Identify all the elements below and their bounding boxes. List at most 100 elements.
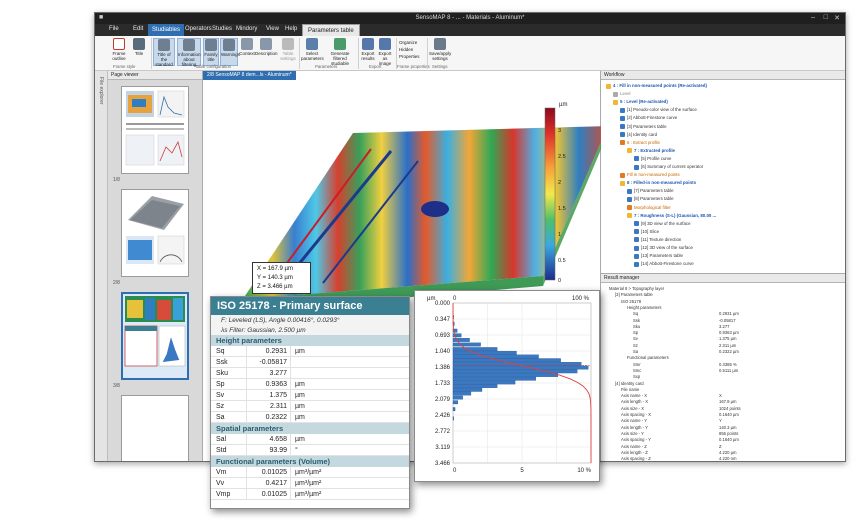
result-item-label[interactable]: [3] Parameters table [615,292,653,297]
result-item-label[interactable]: Axis name - X [621,393,647,398]
title-of-standard-button[interactable]: Title of the standard [153,38,175,67]
color-scale-tick: 1 [558,232,561,238]
page-thumbnail-selected[interactable] [121,292,189,380]
file-explorer-label: File explorer [98,77,104,105]
result-item-label[interactable]: Ssk [633,318,640,323]
workflow-item[interactable]: Fill in non-measured points [627,172,680,177]
result-item-label[interactable]: Axis size - X [621,406,644,411]
workflow-item[interactable]: [14] Abbott-Firestone curve [641,261,694,266]
workflow-item[interactable]: [10] Slice [641,229,659,234]
minimize-icon[interactable]: – [811,14,815,21]
result-item-label[interactable]: Axis length - X [621,399,648,404]
menu-operators[interactable]: Operators [185,26,212,32]
workflow-item[interactable]: 7 : Extracted profile [634,148,675,153]
result-item-label[interactable]: [4] Identity card [615,381,644,386]
workflow-item[interactable]: 5 : Level (Re-activated) [620,99,668,104]
workflow-item[interactable]: [3] Parameters table [627,124,667,129]
frame-outline-button[interactable]: Frame outline [108,38,130,61]
maximize-icon[interactable]: □ [824,14,828,21]
result-item-label[interactable]: Axis name - Y [621,418,647,423]
menu-file[interactable]: File [109,26,119,32]
workflow-item[interactable]: [1] Pseudo-color view of the surface [627,107,697,112]
workflow-item[interactable]: 7 : Roughness (S-L) (Gaussian, 80.00 ... [634,213,716,218]
iso-parameters-table[interactable]: ISO 25178 - Primary surface F: Leveled (… [210,296,410,509]
table-settings-button[interactable]: Table settings [280,38,296,61]
workflow-item[interactable]: [5] Profile curve [641,156,672,161]
family-title-button[interactable]: Family title [203,38,219,66]
properties-button[interactable]: Properties [399,54,420,59]
result-item-label[interactable]: Sxp [633,374,640,379]
ribbon-separator [299,38,300,69]
height-distribution-chart[interactable]: 0.000 0.347 0.693 1.040 1.386 1.733 2.079 2.426… [414,290,600,482]
result-item-label[interactable]: Smc [633,368,641,373]
y-tick-label: 2.772 [435,429,451,435]
context-button[interactable]: Context [239,38,255,56]
page-thumbnail[interactable] [121,395,189,461]
result-item-label[interactable]: Axis spacing - Z [621,456,651,461]
result-item-label[interactable]: Sa [633,349,638,354]
title-button[interactable]: Title [131,38,147,56]
generate-icon [334,38,346,50]
organize-button[interactable]: Organize [399,40,417,45]
result-item-label[interactable]: Axis size - Y [621,431,644,436]
result-item-label[interactable]: Axis length - Z [621,450,648,455]
description-button[interactable]: Description [255,38,278,56]
tab-parameters-table[interactable]: Parameters table [302,24,360,36]
workflow-item[interactable]: 8 : Filled-in non-measured points [627,180,696,185]
result-item-label[interactable]: Axis spacing - Y [621,437,651,442]
workflow-item[interactable]: [12] 3D view of the surface [641,245,693,250]
page-thumbnail[interactable] [121,86,189,174]
result-item-label[interactable]: Sv [633,336,638,341]
export-results-button[interactable]: Export results [360,38,376,61]
workflow-item[interactable]: Morphological filter [634,205,671,210]
result-item-label[interactable]: Axis length - Y [621,425,648,430]
file-explorer-tab[interactable]: File explorer [95,71,108,461]
parameter-name: Sq [216,348,225,355]
menu-studiables[interactable]: Studiables [148,24,185,36]
workflow-item[interactable]: [9] 3D view of the surface [641,221,691,226]
parameter-value: 0.4217 [265,480,287,487]
warning-icon [223,39,235,51]
save-settings-button[interactable]: Save/apply settings [429,38,451,61]
menu-mindory[interactable]: Mindory [236,26,257,32]
filtering-info-button[interactable]: Information about filtering [177,38,201,67]
warnings-label: Warnings [221,52,240,57]
workflow-item[interactable]: [7] Parameters table [634,188,674,193]
result-item-label[interactable]: Sz [633,343,638,348]
select-parameters-button[interactable]: Select parameters [301,38,324,61]
frame-outline-icon [113,38,125,50]
result-item-label[interactable]: Axis name - Z [621,444,647,449]
result-item-value: 4.220 nm [719,456,737,462]
result-item-label[interactable]: ISO 25178 [621,299,641,304]
page-thumbnail[interactable] [121,189,189,277]
result-item-label[interactable]: Sq [633,311,638,316]
workflow-item[interactable]: [2] Abbott-Firestone curve [627,115,677,120]
result-item-label[interactable]: Smr [633,362,641,367]
workflow-item[interactable]: 6 : Extract profile [627,140,660,145]
result-item-label[interactable]: File name [621,387,639,392]
menu-edit[interactable]: Edit [133,26,143,32]
result-item-label[interactable]: Axis spacing - X [621,412,651,417]
result-item-label[interactable]: Sku [633,324,640,329]
workflow-item[interactable]: [11] Texture direction [641,237,681,242]
workflow-item[interactable]: [13] Parameters table [641,253,683,258]
workflow-item[interactable]: Level [620,91,631,96]
export-image-button[interactable]: Export as image [376,38,394,66]
result-item-label[interactable]: Functional parameters [627,355,669,360]
result-item-label[interactable]: Height parameters [627,305,661,310]
result-item-label[interactable]: Material 8 > Topography layer [609,286,664,291]
workflow-item[interactable]: 4 : Fill in non-measured points (Re-acti… [613,83,707,88]
select-parameters-label: Select parameters [301,51,324,61]
result-item-label[interactable]: Sp [633,330,638,335]
menu-view[interactable]: View [266,26,279,32]
workflow-item[interactable]: [4] Identity card [627,132,657,137]
menu-studies[interactable]: Studies [212,26,232,32]
generate-filtered-button[interactable]: Generate filtered studiable [325,38,355,66]
menu-help[interactable]: Help [285,26,297,32]
parameter-value: 0.01025 [261,491,287,498]
hidden-button[interactable]: Hidden [399,47,413,52]
warnings-button[interactable]: Warnings [220,38,240,66]
workflow-item[interactable]: [8] Parameters table [634,196,674,201]
close-icon[interactable]: ✕ [834,14,840,22]
workflow-item[interactable]: [6] Summary of current operator [641,164,703,169]
